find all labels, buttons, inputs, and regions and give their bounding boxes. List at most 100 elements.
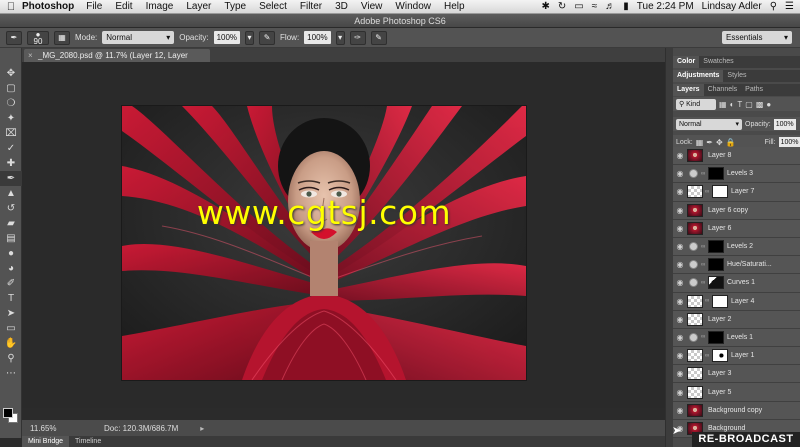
visibility-eye-icon[interactable]: ◉ bbox=[673, 278, 687, 287]
lock-all-icon[interactable]: 🔒 bbox=[726, 138, 736, 147]
type-tool-icon[interactable]: T bbox=[0, 291, 22, 306]
apple-icon[interactable]:  bbox=[0, 1, 22, 13]
brush-tool-preset-icon[interactable]: ✒ bbox=[6, 30, 22, 45]
mask-link-icon[interactable]: ∞ bbox=[701, 262, 706, 268]
layer-thumbnail[interactable] bbox=[687, 221, 703, 235]
visibility-eye-icon[interactable]: ◉ bbox=[673, 406, 687, 415]
menu-layer[interactable]: Layer bbox=[186, 1, 211, 12]
tab-paths[interactable]: Paths bbox=[741, 84, 767, 96]
visibility-eye-icon[interactable]: ◉ bbox=[673, 369, 687, 378]
gradient-tool-icon[interactable]: ▤ bbox=[0, 231, 22, 246]
airbrush-icon[interactable]: ✑ bbox=[349, 30, 366, 45]
menu-type[interactable]: Type bbox=[224, 1, 246, 12]
layer-row[interactable]: ◉ Layer 3 bbox=[673, 365, 800, 384]
layer-thumbnail[interactable] bbox=[687, 185, 703, 199]
lock-transparent-icon[interactable]: ▦ bbox=[696, 138, 704, 147]
flow-field[interactable]: 100% bbox=[304, 31, 331, 44]
lock-position-icon[interactable]: ✥ bbox=[716, 138, 723, 147]
layer-row[interactable]: ◉ Layer 2 bbox=[673, 310, 800, 329]
layer-row[interactable]: ◉ Layer 6 bbox=[673, 219, 800, 238]
visibility-eye-icon[interactable]: ◉ bbox=[673, 151, 687, 160]
mask-link-icon[interactable]: ∞ bbox=[701, 171, 706, 177]
filter-smart-object-icon[interactable]: ▩ bbox=[756, 100, 764, 109]
layer-thumbnail[interactable] bbox=[687, 403, 703, 417]
tab-timeline[interactable]: Timeline bbox=[69, 436, 107, 447]
menu-view[interactable]: View bbox=[361, 1, 383, 12]
mask-link-icon[interactable]: ∞ bbox=[701, 280, 706, 286]
visibility-eye-icon[interactable]: ◉ bbox=[673, 297, 687, 306]
layer-mask-thumbnail[interactable] bbox=[712, 185, 728, 199]
layer-thumbnail[interactable] bbox=[687, 149, 703, 163]
pen-tool-icon[interactable]: ✐ bbox=[0, 276, 22, 291]
layer-thumbnail[interactable] bbox=[687, 203, 703, 217]
layer-mask-thumbnail[interactable] bbox=[708, 330, 724, 344]
canvas-area[interactable]: www.cgtsj.com bbox=[22, 62, 665, 408]
menu-edit[interactable]: Edit bbox=[115, 1, 132, 12]
layer-row[interactable]: ◉ ∞ Hue/Saturati... bbox=[673, 256, 800, 275]
tab-swatches[interactable]: Swatches bbox=[699, 56, 737, 68]
pressure-size-icon[interactable]: ✎ bbox=[370, 30, 387, 45]
layer-row[interactable]: ◉ Layer 5 bbox=[673, 383, 800, 402]
filter-pixel-icon[interactable]: ▦ bbox=[719, 100, 727, 109]
battery-icon[interactable]: ▮ bbox=[623, 1, 629, 12]
layer-mask-thumbnail[interactable] bbox=[708, 240, 724, 254]
menu-3d[interactable]: 3D bbox=[335, 1, 348, 12]
layer-opacity-field[interactable]: 100% bbox=[773, 118, 796, 130]
filter-type-icon[interactable]: T bbox=[737, 100, 742, 109]
blend-mode-select[interactable]: Normal ▾ bbox=[676, 118, 742, 130]
move-tool-icon[interactable]: ✥ bbox=[0, 66, 22, 81]
visibility-eye-icon[interactable]: ◉ bbox=[673, 169, 687, 178]
panel-dock-strip[interactable] bbox=[666, 48, 673, 447]
tab-color[interactable]: Color bbox=[673, 56, 700, 68]
shape-tool-icon[interactable]: ▭ bbox=[0, 321, 22, 336]
lock-pixels-icon[interactable]: ✒ bbox=[706, 138, 713, 147]
layer-row[interactable]: ◉ ∞ Levels 3 bbox=[673, 165, 800, 184]
layer-mask-thumbnail[interactable] bbox=[708, 258, 724, 272]
foreground-color-swatch[interactable] bbox=[3, 408, 13, 418]
more-tools-icon[interactable]: ⋯ bbox=[0, 366, 22, 381]
bluetooth-icon[interactable]: ✱ bbox=[542, 1, 550, 12]
layer-thumbnail[interactable] bbox=[687, 367, 703, 381]
layer-row[interactable]: ◉ ∞ Levels 2 bbox=[673, 237, 800, 257]
eyedropper-tool-icon[interactable]: ✓ bbox=[0, 141, 22, 156]
layer-row[interactable]: ◉ ∞ Levels 1 bbox=[673, 328, 800, 348]
menu-file[interactable]: File bbox=[86, 1, 102, 12]
pressure-opacity-icon[interactable]: ✎ bbox=[259, 30, 276, 45]
tab-adjustments[interactable]: Adjustments bbox=[673, 70, 724, 82]
visibility-eye-icon[interactable]: ◉ bbox=[673, 206, 687, 215]
flow-slider-icon[interactable]: ▾ bbox=[335, 30, 345, 45]
layer-row[interactable]: ◉ ∞ Layer 1 bbox=[673, 347, 800, 366]
close-icon[interactable]: × bbox=[28, 49, 33, 62]
blur-tool-icon[interactable]: ● bbox=[0, 246, 22, 261]
layer-thumbnail[interactable] bbox=[687, 294, 703, 308]
brush-size-picker[interactable]: ● 90 bbox=[27, 30, 49, 45]
mask-link-icon[interactable]: ∞ bbox=[701, 334, 706, 340]
brush-tool-icon[interactable]: ✒ bbox=[0, 171, 22, 186]
quick-select-tool-icon[interactable]: ✦ bbox=[0, 111, 22, 126]
visibility-eye-icon[interactable]: ◉ bbox=[673, 224, 687, 233]
layer-mask-thumbnail[interactable] bbox=[708, 167, 724, 181]
tab-channels[interactable]: Channels bbox=[704, 84, 742, 96]
workspace-select[interactable]: Essentials ▾ bbox=[722, 31, 792, 44]
filter-shape-icon[interactable]: ▢ bbox=[745, 100, 753, 109]
filter-toggle-icon[interactable]: ● bbox=[766, 100, 771, 109]
visibility-eye-icon[interactable]: ◉ bbox=[673, 187, 687, 196]
visibility-eye-icon[interactable]: ◉ bbox=[673, 388, 687, 397]
fill-field[interactable]: 100% bbox=[778, 136, 800, 148]
filter-adjustment-icon[interactable]: ◐ bbox=[730, 100, 735, 109]
hand-tool-icon[interactable]: ✋ bbox=[0, 336, 22, 351]
clone-stamp-tool-icon[interactable]: ▲ bbox=[0, 186, 22, 201]
eraser-tool-icon[interactable]: ▰ bbox=[0, 216, 22, 231]
layer-row[interactable]: ◉ ∞ Layer 4 bbox=[673, 292, 800, 311]
layer-thumbnail[interactable] bbox=[687, 349, 703, 363]
volume-icon[interactable]: ♬ bbox=[605, 1, 615, 12]
menu-filter[interactable]: Filter bbox=[300, 1, 322, 12]
zoom-level[interactable]: 11.65% bbox=[22, 424, 62, 433]
visibility-eye-icon[interactable]: ◉ bbox=[673, 315, 687, 324]
history-brush-tool-icon[interactable]: ↺ bbox=[0, 201, 22, 216]
opacity-field[interactable]: 100% bbox=[213, 31, 241, 44]
healing-brush-tool-icon[interactable]: ✚ bbox=[0, 156, 22, 171]
menu-help[interactable]: Help bbox=[444, 1, 465, 12]
layer-mask-thumbnail[interactable] bbox=[712, 294, 728, 308]
visibility-eye-icon[interactable]: ◉ bbox=[673, 260, 687, 269]
